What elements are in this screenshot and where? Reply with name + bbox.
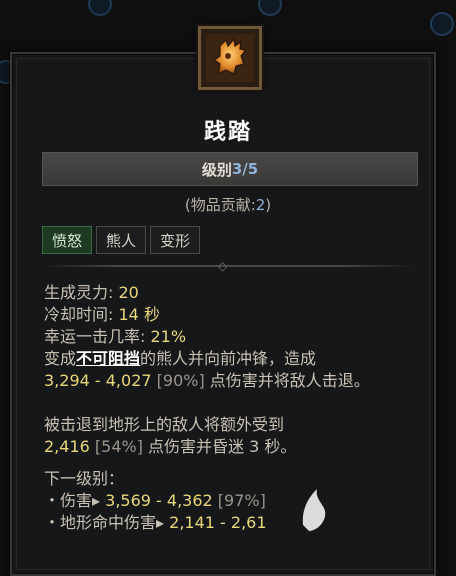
contribution-prefix: (物品贡献: [184, 196, 256, 214]
arrow-right-icon: ▸ [92, 491, 101, 510]
description-line-4: 2,416 [54%] 点伤害并昏迷 3 秒。 [44, 436, 370, 458]
skill-node-icon[interactable] [258, 0, 282, 16]
desc-text: 点伤害并昏迷 3 秒。 [142, 437, 297, 456]
cooldown-label: 冷却时间: [44, 305, 114, 324]
rank-max: 5 [247, 160, 259, 178]
skill-node-icon[interactable] [88, 0, 112, 16]
skill-title: 践踏 [203, 120, 252, 145]
next-damage-percent: [97%] [217, 491, 266, 510]
damage-range: 3,294 - 4,027 [44, 371, 152, 390]
tag-werebear: 熊人 [96, 226, 147, 254]
terrain-damage-percent: [54%] [94, 437, 143, 456]
spirit-row: 生成灵力: 20 [44, 282, 370, 304]
lucky-hit-label: 幸运一击几率: [44, 327, 146, 346]
description-line-3: 被击退到地形上的敌人将额外受到 [44, 415, 285, 434]
rank-bar: 级别 3 / 5 [42, 152, 418, 186]
description-line-2: 3,294 - 4,027 [90%] 点伤害并将敌人击退。 [44, 370, 370, 392]
description-line-1: 变成不可阻挡的熊人并向前冲锋，造成 [44, 348, 370, 370]
desc-text: 点伤害并将敌人击退。 [204, 371, 370, 390]
next-terrain-label: ・地形命中伤害 [44, 513, 157, 532]
divider [42, 265, 416, 267]
terrain-damage: 2,416 [44, 437, 90, 456]
cooldown-value: 14 秒 [118, 305, 160, 324]
next-damage-value: 3,569 - 4,362 [105, 491, 213, 510]
bear-paw-icon [198, 26, 262, 90]
skill-node-icon[interactable] [430, 12, 454, 36]
next-damage-label: ・伤害 [44, 491, 93, 510]
lucky-hit-row: 幸运一击几率: 21% [44, 326, 370, 348]
cooldown-row: 冷却时间: 14 秒 [44, 304, 370, 326]
divider-ornament-icon: ◇ [218, 259, 228, 273]
watermark-logo-icon [290, 480, 340, 540]
desc-text: 的熊人并向前冲锋，造成 [140, 349, 317, 368]
tag-shapeshifting: 变形 [150, 226, 201, 254]
rank-label: 级别 [201, 160, 232, 179]
spirit-value: 20 [118, 283, 139, 302]
skill-tags: 愤怒 熊人 变形 [42, 226, 201, 254]
lucky-hit-value: 21% [150, 327, 187, 346]
desc-text: 变成 [44, 349, 77, 368]
item-contribution: (物品贡献:2) [0, 194, 456, 215]
arrow-right-icon: ▸ [156, 513, 165, 532]
tag-wrath: 愤怒 [42, 226, 93, 254]
rank-current: 3 [231, 160, 243, 178]
contribution-suffix: ) [265, 196, 272, 214]
next-terrain-value: 2,141 - 2,61 [169, 513, 267, 532]
contribution-value: 2 [255, 196, 266, 214]
keyword-unstoppable[interactable]: 不可阻挡 [76, 349, 140, 368]
spirit-label: 生成灵力: [44, 283, 114, 302]
damage-percent: [90%] [156, 371, 205, 390]
